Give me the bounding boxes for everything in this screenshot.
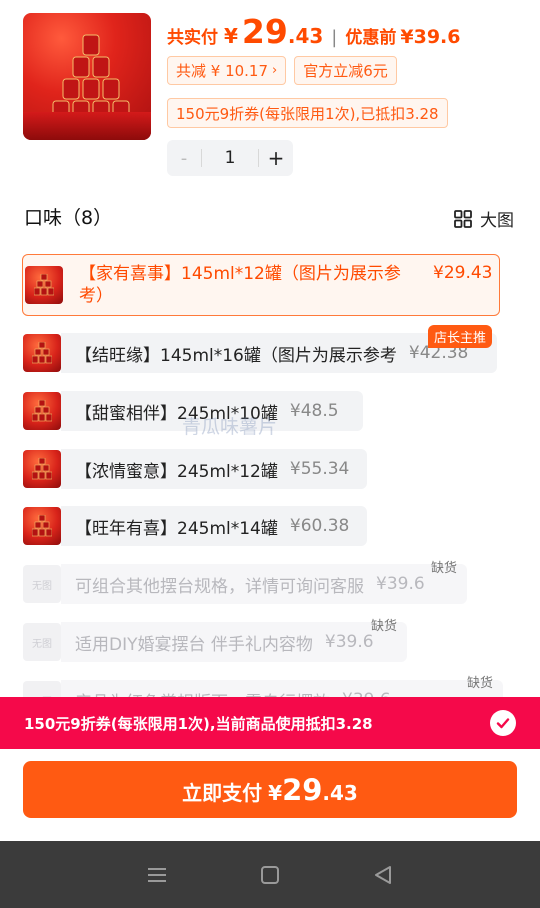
- option-label: 【甜蜜相伴】245ml*10罐: [75, 403, 278, 424]
- no-image-placeholder: 无图: [23, 623, 61, 661]
- option-price: ¥39.6: [324, 632, 374, 652]
- no-image-placeholder: 无图: [23, 565, 61, 603]
- out-of-stock-badge: 缺货: [467, 676, 494, 691]
- pay-price-decimal: .43: [322, 781, 358, 805]
- option-label: 可组合其他摆台规格，详情可询问客服: [75, 576, 364, 597]
- discount-total-text: 共减 ¥ 10.17: [176, 62, 269, 80]
- flavor-section-title: 口味（8）: [24, 207, 113, 229]
- large-image-label: 大图: [480, 211, 514, 231]
- coupon-text: 150元9折券(每张限用1次),已抵扣3.28: [176, 104, 439, 123]
- product-image[interactable]: [23, 13, 151, 140]
- cans-mini-graphic: [32, 458, 52, 480]
- total-label: 共实付: [167, 28, 218, 48]
- coupon-promo-bar[interactable]: 150元9折券(每张限用1次),当前商品使用抵扣3.28: [0, 697, 540, 749]
- option-label: 【结旺缘】145ml*16罐（图片为展示参考: [75, 345, 397, 366]
- price-separator: |: [331, 27, 338, 48]
- increase-button[interactable]: +: [259, 146, 293, 170]
- home-icon[interactable]: [255, 860, 285, 890]
- option-thumbnail: [23, 334, 61, 372]
- discount-tags: 共减 ¥ 10.17 › 官方立减6元: [167, 56, 397, 85]
- cans-mini-graphic: [32, 515, 52, 537]
- flavor-option[interactable]: 【旺年有喜】245ml*14罐 ¥60.38: [23, 506, 367, 546]
- option-thumbnail: [23, 392, 61, 430]
- price-summary: 共实付 ¥ 29 .43 | 优惠前 ¥39.6: [167, 12, 460, 56]
- pay-price-integer: 29: [282, 773, 323, 807]
- chevron-right-icon: ›: [272, 63, 278, 78]
- checkout-area: 立即支付 ¥ 29 .43: [0, 749, 540, 841]
- option-price: ¥60.38: [289, 516, 350, 536]
- flavor-option[interactable]: 【结旺缘】145ml*16罐（图片为展示参考 ¥42.38: [23, 333, 497, 373]
- option-label: 【家有喜事】145ml*12罐（图片为展示参考）: [79, 264, 401, 306]
- option-label: 【旺年有喜】245ml*14罐: [75, 518, 278, 539]
- menu-icon[interactable]: [142, 860, 172, 890]
- cans-mini-graphic: [32, 342, 52, 364]
- large-image-toggle[interactable]: 大图: [454, 206, 514, 231]
- official-discount-tag: 官方立减6元: [294, 56, 397, 85]
- coupon-tag[interactable]: 150元9折券(每张限用1次),已抵扣3.28: [167, 98, 448, 128]
- option-price: ¥29.43: [433, 263, 493, 283]
- quantity-stepper: - 1 +: [167, 140, 293, 176]
- out-of-stock-badge: 缺货: [371, 619, 398, 634]
- grid-icon: [454, 209, 472, 228]
- option-label: 适用DIY婚宴摆台 伴手礼内容物: [75, 634, 313, 655]
- before-discount-label: 优惠前: [345, 28, 397, 48]
- back-icon[interactable]: [368, 860, 398, 890]
- option-label: 【浓情蜜意】245ml*12罐: [75, 461, 278, 482]
- pay-currency: ¥: [268, 781, 283, 805]
- currency-symbol: ¥: [224, 24, 238, 48]
- option-thumbnail: [23, 450, 61, 488]
- option-price: ¥48.5: [289, 401, 339, 421]
- flavor-option[interactable]: 【甜蜜相伴】245ml*10罐 ¥48.5: [23, 391, 363, 431]
- total-price-decimal: .43: [287, 24, 324, 48]
- discount-total-tag[interactable]: 共减 ¥ 10.17 ›: [167, 56, 287, 85]
- official-discount-text: 官方立减6元: [303, 62, 388, 80]
- decrease-button[interactable]: -: [167, 148, 201, 169]
- cans-mini-graphic: [34, 274, 54, 296]
- option-price: ¥55.34: [289, 459, 350, 479]
- out-of-stock-badge: 缺货: [431, 561, 458, 576]
- flavor-option-out-of-stock: 无图 可组合其他摆台规格，详情可询问客服 ¥39.6: [23, 564, 467, 604]
- table-graphic: [23, 112, 151, 140]
- flavor-option-out-of-stock: 无图 适用DIY婚宴摆台 伴手礼内容物 ¥39.6: [23, 622, 407, 662]
- flavor-option-selected[interactable]: 【家有喜事】145ml*12罐（图片为展示参考） ¥29.43: [22, 254, 500, 316]
- flavor-option[interactable]: 【浓情蜜意】245ml*12罐 ¥55.34: [23, 449, 367, 489]
- pay-label: 立即支付: [182, 781, 263, 805]
- cans-mini-graphic: [32, 400, 52, 422]
- option-price: ¥39.6: [376, 574, 425, 594]
- promo-text: 150元9折券(每张限用1次),当前商品使用抵扣3.28: [24, 714, 373, 733]
- before-discount-price: ¥39.6: [400, 26, 461, 48]
- option-thumbnail: [23, 507, 61, 545]
- option-thumbnail: [25, 266, 63, 304]
- recommended-badge: 店长主推: [428, 325, 493, 348]
- total-price-integer: 29: [241, 12, 288, 51]
- pay-now-button[interactable]: 立即支付 ¥ 29 .43: [23, 761, 517, 818]
- quantity-value[interactable]: 1: [201, 149, 259, 167]
- check-icon[interactable]: [490, 710, 516, 736]
- system-navigation-bar: [0, 841, 540, 908]
- cans-pyramid-graphic: [52, 34, 130, 122]
